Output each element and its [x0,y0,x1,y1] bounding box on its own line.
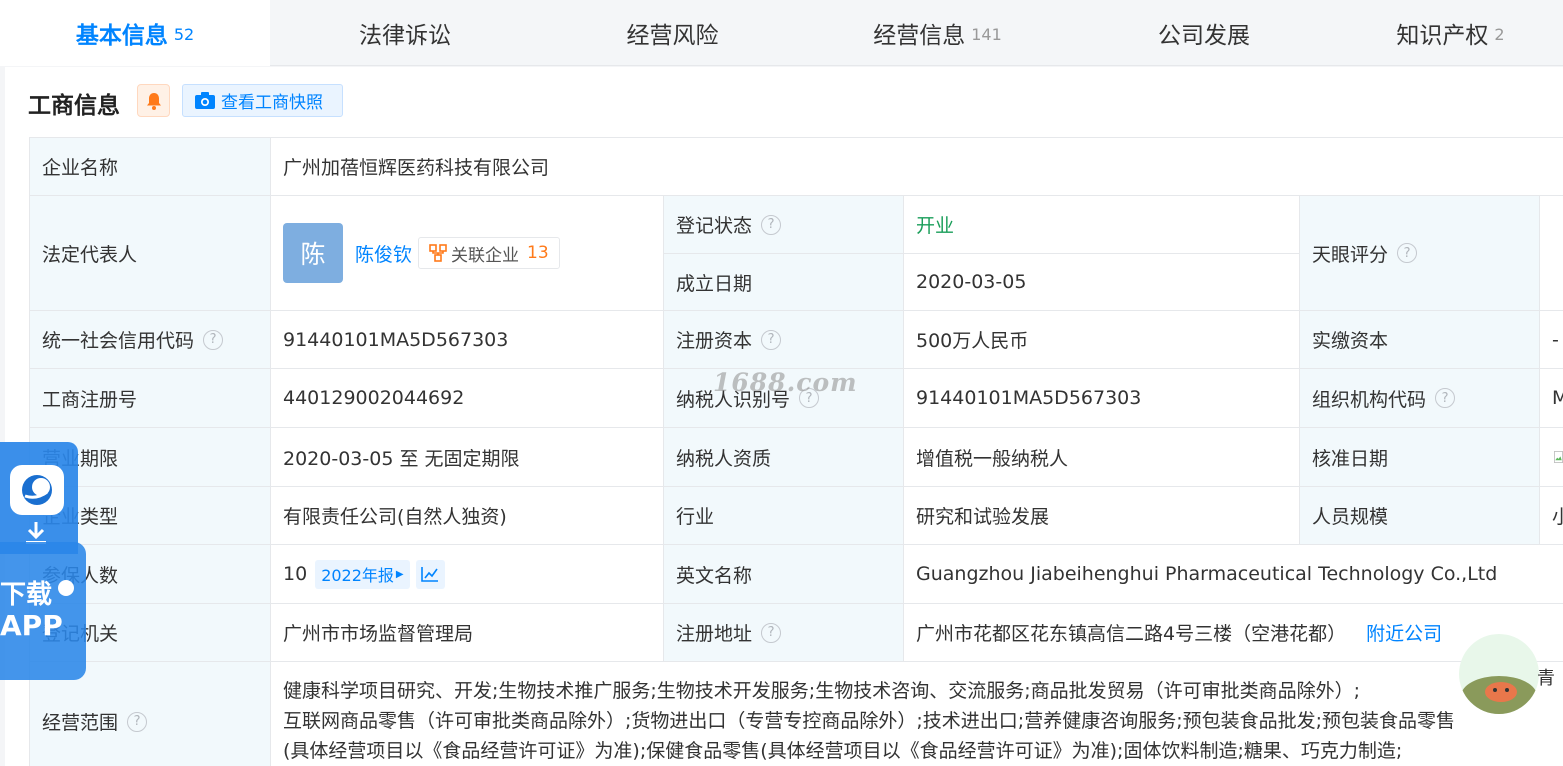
related-companies-button[interactable]: 关联企业 13 [418,237,560,269]
reg-no-label: 工商注册号 [30,369,271,428]
tab-label: 经营风险 [626,23,719,49]
help-icon[interactable]: ? [761,622,782,643]
company-name-value: 广州加蓓恒辉医药科技有限公司 [271,138,1563,196]
tab-bar: 基本信息 52 法律诉讼 经营风险 经营信息 141 公司发展 知识产权 2 [0,0,1563,66]
app-label-text: APP [0,609,63,642]
tab-label: 经营信息 [873,23,966,49]
org-code-value: M [1540,369,1563,428]
reg-no-value: 440129002044692 [271,369,664,428]
camera-icon [195,92,215,109]
mascot-float[interactable] [1459,634,1539,714]
scope-line: 互联网商品零售（许可审批类商品除外）;货物进出口（专营专控商品除外）;技术进出口… [283,710,1456,732]
address-label: 注册地址? [664,604,904,662]
insured-count: 10 [283,563,308,585]
bell-icon [146,92,161,110]
related-label: 关联企业 [451,245,520,266]
reg-status-label: 登记状态? [664,196,904,254]
tab-count: 52 [173,24,195,44]
english-name-label: 英文名称 [664,545,904,604]
address-text: 广州市花都区花东镇高信二路4号三楼（空港花都） [916,623,1347,645]
tab-development[interactable]: 公司发展 [1070,0,1338,66]
paid-capital-label: 实缴资本 [1300,311,1540,369]
help-icon[interactable]: ? [1435,388,1456,408]
business-info-table: 企业名称 广州加蓓恒辉医药科技有限公司 法定代表人 陈 陈俊钦 关联企业 13 登… [29,137,1563,766]
taxpayer-qual-label: 纳税人资质 [664,428,904,487]
taxpayer-id-value: 91440101MA5D567303 [904,369,1300,428]
found-date-value: 2020-03-05 [904,254,1300,311]
staff-value: 小 [1540,487,1563,545]
help-icon[interactable]: ? [127,711,148,732]
industry-label: 行业 [664,487,904,545]
taxpayer-qual-value: 增值税一般纳税人 [904,428,1300,487]
tab-operation[interactable]: 经营信息 141 [805,0,1070,66]
credit-code-value: 91440101MA5D567303 [271,311,664,369]
section-title: 工商信息 [28,93,120,119]
authority-value: 广州市市场监督管理局 [271,604,664,662]
app-download-text: 下载 [0,580,53,610]
org-code-label: 组织机构代码? [1300,369,1540,428]
related-count: 13 [527,243,549,263]
tab-count: 141 [971,24,1002,44]
app-download-float[interactable]: 下载 APP [0,442,86,680]
tab-count: 2 [1494,24,1505,44]
watermark: 1688.com [713,368,858,397]
approve-date-value [1540,428,1563,487]
play-icon [58,580,74,596]
found-date-label: 成立日期 [664,254,904,311]
help-icon[interactable]: ? [761,329,782,350]
scope-line: 健康科学项目研究、开发;生物技术推广服务;生物技术开发服务;生物技术咨询、交流服… [283,680,1361,702]
annual-report-button[interactable]: 2022年报 ▶ [315,559,410,589]
industry-value: 研究和试验发展 [904,487,1300,545]
help-icon[interactable]: ? [203,329,224,350]
trend-icon [421,567,439,582]
tab-label: 公司发展 [1158,23,1250,49]
insured-value: 10 2022年报 ▶ [271,545,664,604]
snapshot-label: 查看工商快照 [221,93,323,113]
term-value: 2020-03-05 至 无固定期限 [271,428,664,487]
type-value: 有限责任公司(自然人独资) [271,487,664,545]
help-icon[interactable]: ? [761,214,782,235]
scope-line: (具体经营项目以《食品经营许可证》为准);保健食品零售(具体经营项目以《食品经营… [283,740,1403,762]
network-icon [429,244,447,262]
approve-date-label: 核准日期 [1300,428,1540,487]
tianyan-score-label: 天眼评分? [1300,196,1540,311]
monitor-bell-button[interactable] [137,84,170,117]
legal-rep-label: 法定代表人 [30,196,271,311]
app-logo-icon [10,465,64,515]
legal-rep-name-link[interactable]: 陈俊钦 [355,240,412,267]
tab-legal[interactable]: 法律诉讼 [270,0,540,66]
avatar[interactable]: 陈 [283,223,343,283]
view-snapshot-button[interactable]: 查看工商快照 [182,84,343,117]
credit-code-label: 统一社会信用代码? [30,311,271,369]
reg-capital-value: 500万人民币 [904,311,1300,369]
tab-basic-info[interactable]: 基本信息 52 [0,0,270,66]
trend-chart-button[interactable] [415,559,445,589]
tab-label: 基本信息 [75,23,168,49]
tab-label: 知识产权 [1396,23,1489,49]
reg-status-value: 开业 [904,196,1300,254]
paid-capital-value: - [1540,311,1563,369]
english-name-value: Guangzhou Jiabeihenghui Pharmaceutical T… [904,545,1563,604]
mascot-icon [1461,676,1537,714]
nearby-companies-link[interactable]: 附近公司 [1366,619,1442,646]
tab-label: 法律诉讼 [359,23,451,49]
mascot-tag: 青 [1537,668,1555,689]
legal-rep-cell: 陈 陈俊钦 关联企业 13 [271,196,664,311]
staff-label: 人员规模 [1300,487,1540,545]
company-name-label: 企业名称 [30,138,271,196]
scope-value: 健康科学项目研究、开发;生物技术推广服务;生物技术开发服务;生物技术咨询、交流服… [271,662,1563,766]
broken-image-icon [1554,451,1563,463]
tab-risk[interactable]: 经营风险 [540,0,805,66]
tab-ip[interactable]: 知识产权 2 [1338,0,1563,66]
help-icon[interactable]: ? [1397,243,1418,263]
tianyan-score-value [1540,196,1563,311]
reg-capital-label: 注册资本? [664,311,904,369]
